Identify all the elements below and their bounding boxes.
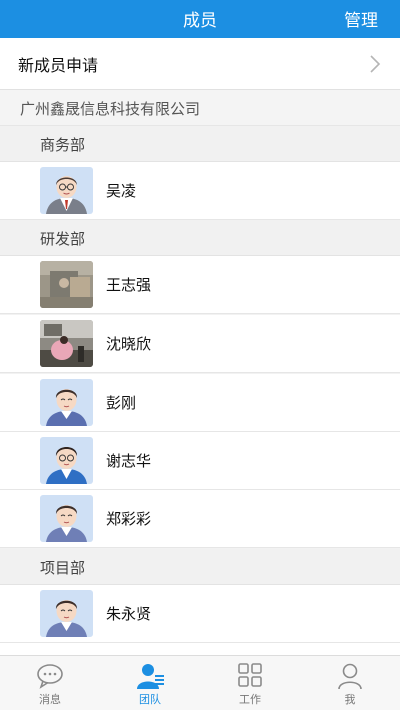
member-name: 朱永贤 (106, 605, 152, 623)
tab-label: 工作 (239, 693, 261, 706)
member-name: 王志强 (106, 276, 152, 294)
member-name: 谢志华 (106, 452, 152, 470)
new-member-request-label: 新成员申请 (18, 56, 99, 75)
member-name: 郑彩彩 (106, 510, 152, 528)
tab-team[interactable]: 团队 (100, 656, 200, 710)
member-row[interactable]: 沈晓欣 (0, 315, 400, 373)
member-name: 彭刚 (106, 394, 137, 412)
member-row[interactable]: 彭刚 (0, 374, 400, 432)
avatar (40, 261, 93, 308)
top-bar: 成员 管理 (0, 0, 400, 38)
avatar (40, 590, 93, 637)
manage-button[interactable]: 管理 (344, 6, 378, 31)
member-row[interactable]: 谢志华 (0, 432, 400, 490)
page-title: 成员 (183, 11, 217, 31)
avatar (40, 379, 93, 426)
department-header[interactable]: 项目部 (0, 549, 400, 585)
department-header[interactable]: 商务部 (0, 126, 400, 162)
tab-me[interactable]: 我 (300, 656, 400, 710)
new-member-request-row[interactable]: 新成员申请 (0, 38, 400, 90)
member-row[interactable]: 郑彩彩 (0, 490, 400, 548)
member-row[interactable]: 王志强 (0, 256, 400, 314)
team-icon (137, 664, 164, 689)
department-header[interactable]: 研发部 (0, 220, 400, 256)
member-row[interactable]: 朱永贤 (0, 585, 400, 643)
person-icon (338, 663, 362, 690)
avatar (40, 648, 93, 655)
tab-label: 我 (344, 693, 356, 706)
avatar (40, 437, 93, 484)
avatar (40, 495, 93, 542)
department-name: 项目部 (40, 559, 86, 577)
avatar (40, 320, 93, 367)
tab-messages[interactable]: 消息 (0, 656, 100, 710)
chat-bubble-icon (37, 664, 63, 689)
avatar (40, 167, 93, 214)
grid-icon (238, 663, 262, 687)
chevron-right-icon (370, 55, 381, 73)
tab-work[interactable]: 工作 (200, 656, 300, 710)
department-name: 研发部 (40, 230, 86, 248)
member-row[interactable]: 吴凌 (0, 162, 400, 220)
tab-label: 团队 (139, 693, 161, 706)
member-name: 沈晓欣 (106, 335, 152, 353)
tab-label: 消息 (39, 693, 61, 706)
company-name: 广州鑫晟信息科技有限公司 (20, 100, 201, 118)
company-header[interactable]: 广州鑫晟信息科技有限公司 (0, 90, 400, 126)
department-name: 商务部 (40, 136, 86, 154)
bottom-tab-bar: 消息 团队 工作 我 (0, 655, 400, 710)
member-row-partial[interactable] (0, 643, 400, 655)
member-name: 吴凌 (106, 182, 137, 200)
